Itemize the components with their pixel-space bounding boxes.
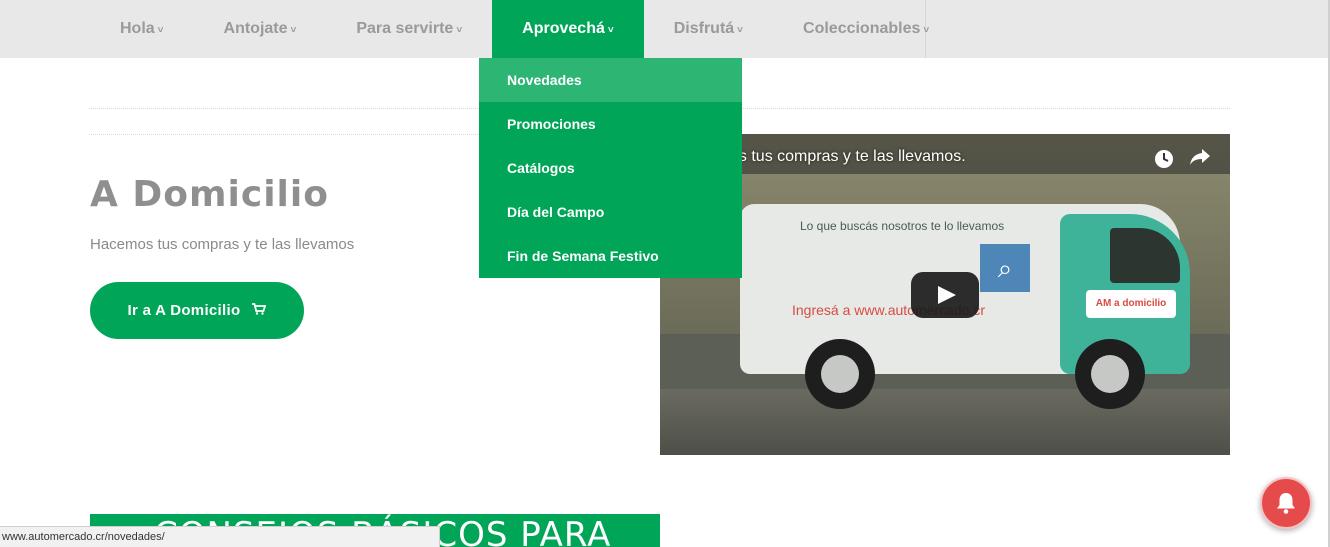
dropdown-item-novedades[interactable]: Novedades	[479, 58, 742, 102]
notification-bell-button[interactable]	[1260, 477, 1312, 529]
nav-item-label: Aprovechá	[522, 20, 605, 37]
nav-item-antojate[interactable]: Antojate ˅	[194, 0, 327, 58]
video-player[interactable]: Lo que buscás nosotros te lo llevamos ⌕ …	[660, 134, 1230, 455]
nav-item-label: Antojate	[223, 20, 288, 37]
van-wheel	[805, 339, 875, 409]
video-title[interactable]: os tus compras y te las llevamos.	[730, 148, 966, 166]
cart-icon	[252, 302, 267, 319]
bell-icon	[1277, 493, 1295, 514]
aprovecha-dropdown-menu: Novedades Promociones Catálogos Día del …	[479, 58, 742, 278]
nav-item-aprovecha[interactable]: Aprovechá ˅	[492, 0, 644, 58]
top-navigation: Hola ˅ Antojate ˅ Para servirte ˅ Aprove…	[0, 0, 1330, 58]
search-icon: ⌕	[980, 244, 1030, 292]
van-logo: AM a domicilio	[1086, 290, 1176, 318]
chevron-down-icon: ˅	[737, 24, 744, 36]
nav-item-label: Hola	[120, 20, 155, 37]
chevron-down-icon: ˅	[607, 24, 614, 36]
nav-menu: Hola ˅ Antojate ˅ Para servirte ˅ Aprove…	[90, 0, 929, 58]
nav-item-hola[interactable]: Hola ˅	[90, 0, 194, 58]
chevron-down-icon: ˅	[290, 24, 297, 36]
nav-item-coleccionables[interactable]: Coleccionables ˅	[773, 0, 959, 58]
chevron-down-icon: ˅	[157, 24, 164, 36]
nav-item-para-servirte[interactable]: Para servirte ˅	[326, 0, 492, 58]
nav-item-label: Coleccionables	[803, 20, 921, 37]
section-title: A Domicilio	[90, 174, 329, 215]
nav-item-label: Para servirte	[356, 20, 454, 37]
play-icon[interactable]	[911, 272, 979, 318]
cta-label: Ir a A Domicilio	[127, 302, 241, 319]
dropdown-item-catalogos[interactable]: Catálogos	[479, 146, 742, 190]
chevron-down-icon: ˅	[923, 24, 930, 36]
go-to-a-domicilio-button[interactable]: Ir a A Domicilio	[90, 282, 304, 339]
chevron-down-icon: ˅	[456, 24, 463, 36]
section-description: Hacemos tus compras y te las llevamos	[90, 236, 355, 253]
nav-item-disfruta[interactable]: Disfrutá ˅	[644, 0, 773, 58]
dropdown-item-promociones[interactable]: Promociones	[479, 102, 742, 146]
van-slogan: Lo que buscás nosotros te lo llevamos	[800, 219, 1005, 233]
play-triangle	[938, 286, 956, 304]
dropdown-item-dia-del-campo[interactable]: Día del Campo	[479, 190, 742, 234]
clock-icon[interactable]	[1154, 149, 1174, 169]
nav-item-label: Disfrutá	[673, 20, 735, 37]
van-wheel	[1075, 339, 1145, 409]
browser-status-bar: www.automercado.cr/novedades/	[0, 526, 440, 547]
share-icon[interactable]	[1188, 147, 1212, 173]
dropdown-item-fin-de-semana-festivo[interactable]: Fin de Semana Festivo	[479, 234, 742, 278]
